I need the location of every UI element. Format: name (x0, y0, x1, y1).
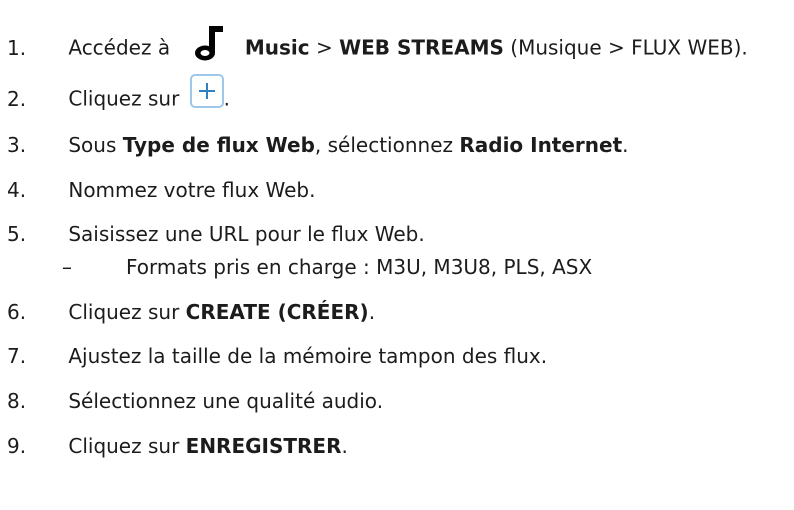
step-text: Cliquez sur (68, 300, 186, 324)
step-text: Saisissez une URL pour le flux Web. (68, 222, 425, 246)
step-text: Cliquez sur (68, 434, 186, 458)
add-button[interactable] (189, 74, 224, 108)
step-emphasis: Music (244, 35, 310, 60)
step-text: . (341, 434, 348, 458)
step-emphasis: ENREGISTRER (185, 434, 342, 458)
step-text: Ajustez la taille de la mémoire tampon d… (68, 344, 548, 368)
step-9: 9. Cliquez sur ENREGISTRER. (7, 431, 348, 461)
step-4: 4. Nommez votre flux Web. (7, 175, 315, 205)
step-emphasis: CREATE (CRÉER) (185, 300, 369, 324)
step-emphasis: WEB STREAMS (339, 35, 504, 60)
step-text: . (368, 300, 376, 324)
step-text: . (223, 86, 231, 111)
step-number: 5. (7, 222, 27, 246)
step-text: Cliquez sur (68, 86, 186, 111)
step-emphasis: Type de flux Web (122, 133, 315, 157)
step-text: , sélectionnez (314, 133, 460, 157)
step-emphasis: Radio Internet (459, 133, 623, 157)
step-6: 6. Cliquez sur CREATE (CRÉER). (7, 297, 375, 327)
music-note-icon (190, 24, 228, 62)
step-text: Sélectionnez une qualité audio. (68, 389, 384, 413)
step-3: 3. Sous Type de flux Web, sélectionnez R… (7, 130, 629, 160)
step-8: 8. Sélectionnez une qualité audio. (7, 386, 383, 416)
step-2: 2. Cliquez sur . (7, 74, 231, 113)
step-7: 7. Ajustez la taille de la mémoire tampo… (7, 341, 547, 371)
step-1: 1. Accédez à Music > WEB STREAMS (Musiqu… (7, 26, 748, 61)
step-text: Sous (68, 133, 123, 157)
step-text: . (622, 133, 629, 157)
step-number: 6. (7, 300, 27, 324)
sub-item-dash: – (62, 255, 72, 279)
step-number: 2. (7, 86, 27, 111)
step-text: Accédez à (68, 35, 177, 60)
sub-item-text: Formats pris en charge : M3U, M3U8, PLS,… (126, 255, 593, 279)
step-number: 3. (7, 133, 27, 157)
sub-item: – Formats pris en charge : M3U, M3U8, PLS… (62, 252, 592, 282)
step-number: 9. (7, 434, 27, 458)
step-text: Nommez votre flux Web. (68, 178, 316, 202)
step-number: 7. (7, 344, 27, 368)
step-number: 8. (7, 389, 27, 413)
instruction-list: 1. Accédez à Music > WEB STREAMS (Musiqu… (0, 0, 794, 510)
step-number: 4. (7, 178, 27, 202)
step-number: 1. (7, 35, 27, 60)
step-text: > (309, 35, 340, 60)
step-text: (Musique > FLUX WEB). (503, 35, 748, 60)
step-5: 5. Saisissez une URL pour le flux Web. (7, 219, 425, 249)
